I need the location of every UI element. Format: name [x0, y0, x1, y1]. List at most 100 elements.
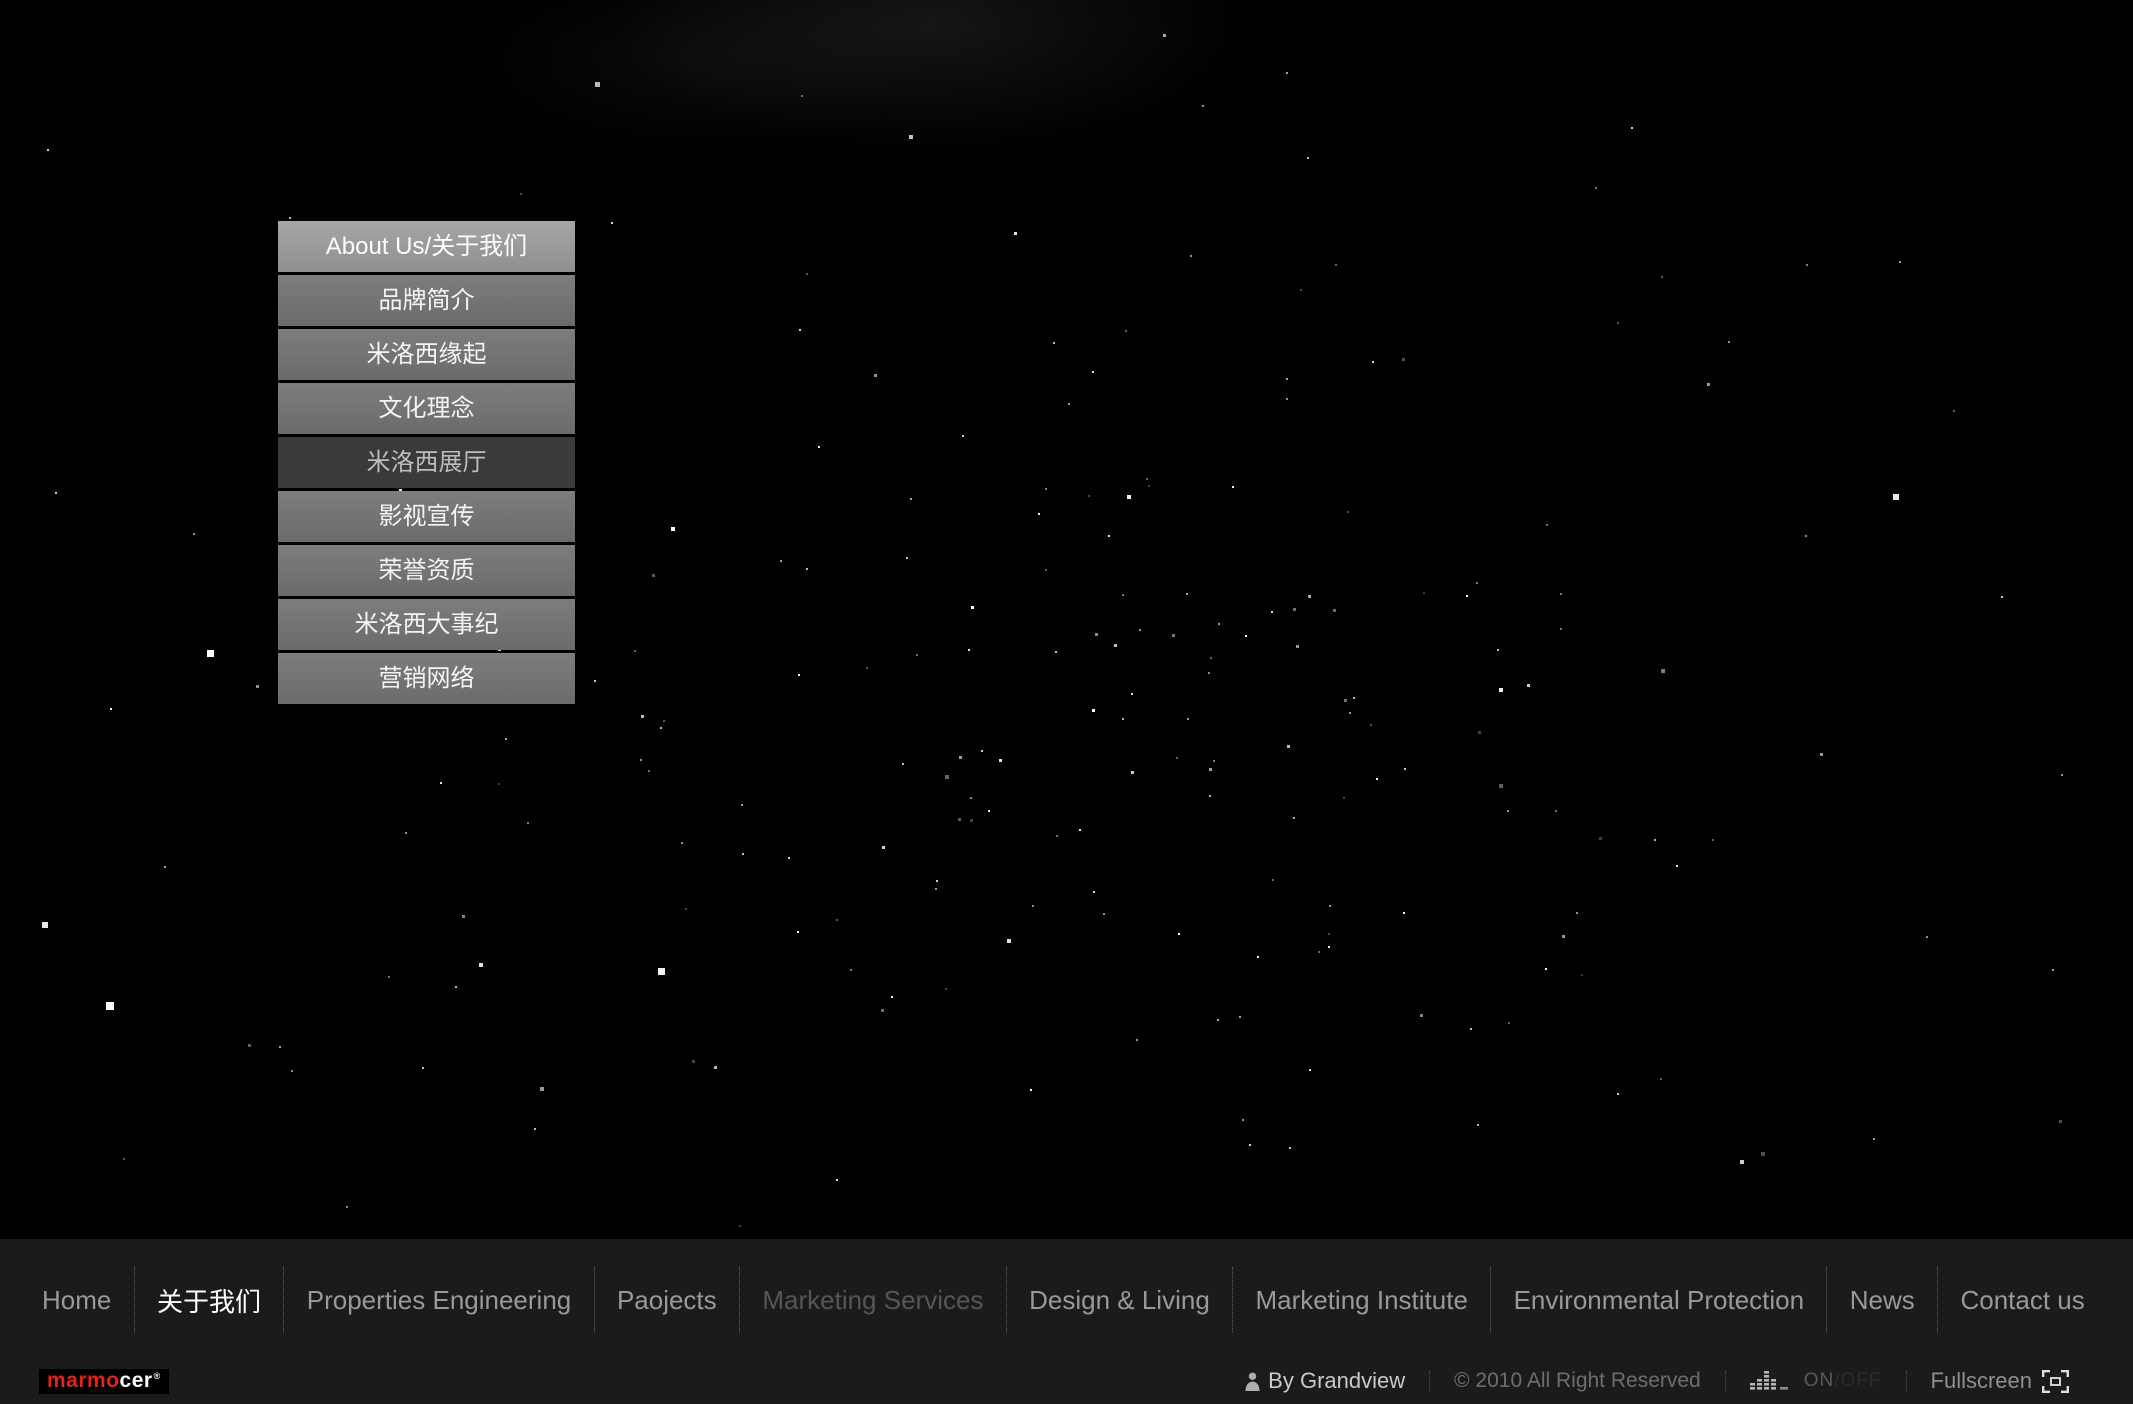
star — [806, 568, 808, 570]
star — [47, 149, 49, 151]
star — [935, 888, 937, 890]
nav-item[interactable]: Home — [42, 1285, 111, 1316]
star — [1296, 645, 1299, 648]
submenu-item[interactable]: 品牌简介 — [278, 275, 575, 326]
star — [1286, 398, 1288, 400]
star — [1873, 1138, 1875, 1140]
star — [981, 750, 983, 752]
star — [962, 435, 964, 437]
copyright-text: © 2010 All Right Reserved — [1454, 1369, 1701, 1393]
star — [1242, 1119, 1244, 1121]
nav-item[interactable]: Environmental Protection — [1514, 1285, 1804, 1316]
star — [958, 818, 961, 821]
star — [1131, 693, 1133, 695]
star — [1095, 633, 1098, 636]
star — [1508, 1022, 1510, 1024]
star — [799, 329, 801, 331]
nav-item[interactable]: Contact us — [1960, 1285, 2084, 1316]
star — [291, 1070, 293, 1072]
star — [1307, 157, 1309, 159]
star — [663, 720, 665, 722]
star — [1127, 495, 1131, 499]
star — [692, 1060, 695, 1063]
star — [1478, 731, 1481, 734]
star — [505, 738, 507, 740]
star — [1178, 933, 1180, 935]
star — [527, 822, 529, 824]
star — [798, 674, 800, 676]
star — [1210, 657, 1212, 659]
star — [1125, 330, 1127, 332]
star — [1617, 322, 1619, 324]
nav-item[interactable]: Properties Engineering — [307, 1285, 572, 1316]
star — [959, 756, 962, 759]
star — [836, 919, 838, 921]
star — [739, 1225, 741, 1227]
star — [1045, 488, 1047, 490]
star — [1202, 105, 1204, 107]
person-icon — [1245, 1372, 1260, 1391]
submenu-header[interactable]: About Us/关于我们 — [278, 221, 575, 272]
sound-toggle[interactable]: ON /OFF — [1750, 1370, 1882, 1392]
star — [1335, 264, 1337, 266]
star — [818, 446, 820, 448]
submenu-item[interactable]: 荣誉资质 — [278, 545, 575, 596]
star — [881, 1009, 884, 1012]
nav-item[interactable]: Paojects — [617, 1285, 717, 1316]
footer-separator — [1906, 1371, 1907, 1391]
nav-separator — [1006, 1267, 1007, 1333]
credit-link[interactable]: By Grandview — [1245, 1368, 1405, 1394]
star — [681, 842, 683, 844]
star — [742, 853, 744, 855]
submenu-item[interactable]: 米洛西展厅 — [278, 437, 575, 488]
star — [634, 650, 636, 652]
footer-separator — [1429, 1371, 1430, 1391]
star — [2001, 596, 2003, 598]
star — [836, 1179, 838, 1181]
bottom-bar: Home 关于我们 Properties Engineering Paojects Ma… — [0, 1239, 2133, 1404]
submenu-item[interactable]: 影视宣传 — [278, 491, 575, 542]
star — [1370, 724, 1372, 726]
star — [1187, 718, 1189, 720]
nav-separator — [739, 1267, 740, 1333]
star — [1423, 592, 1425, 594]
nav-item[interactable]: Design & Living — [1029, 1285, 1210, 1316]
star — [1499, 784, 1503, 788]
submenu-item[interactable]: 米洛西大事纪 — [278, 599, 575, 650]
star — [640, 759, 642, 761]
fullscreen-button[interactable]: Fullscreen — [1931, 1368, 2069, 1394]
star — [1470, 1028, 1472, 1030]
star — [248, 1044, 251, 1047]
star — [440, 782, 442, 784]
star — [970, 819, 973, 822]
star — [1631, 127, 1633, 129]
nav-item[interactable]: Marketing Services — [762, 1285, 983, 1316]
star — [1068, 403, 1070, 405]
star — [1053, 342, 1055, 344]
submenu-item[interactable]: 文化理念 — [278, 383, 575, 434]
star — [945, 988, 947, 990]
submenu-item[interactable]: 营销网络 — [278, 653, 575, 704]
star — [945, 775, 949, 779]
star — [2059, 1120, 2062, 1123]
star — [1092, 709, 1095, 712]
nav-item[interactable]: 关于我们 — [157, 1282, 261, 1319]
star — [641, 715, 644, 718]
star — [1146, 478, 1148, 480]
submenu-item[interactable]: 米洛西缘起 — [278, 329, 575, 380]
star — [1293, 608, 1296, 611]
star — [1660, 1078, 1662, 1080]
nav-item[interactable]: News — [1850, 1285, 1915, 1316]
nav-item[interactable]: Marketing Institute — [1255, 1285, 1467, 1316]
star — [652, 574, 655, 577]
star — [1131, 771, 1134, 774]
logo[interactable]: marmocer® — [39, 1369, 169, 1394]
star — [1309, 1069, 1311, 1071]
nav-separator — [1826, 1267, 1827, 1333]
nav-separator — [134, 1267, 135, 1333]
star — [1209, 768, 1212, 771]
star — [1560, 593, 1562, 595]
star — [498, 783, 500, 785]
footer: marmocer® By Grandview © 2010 All Right … — [0, 1358, 2133, 1404]
star — [988, 810, 990, 812]
